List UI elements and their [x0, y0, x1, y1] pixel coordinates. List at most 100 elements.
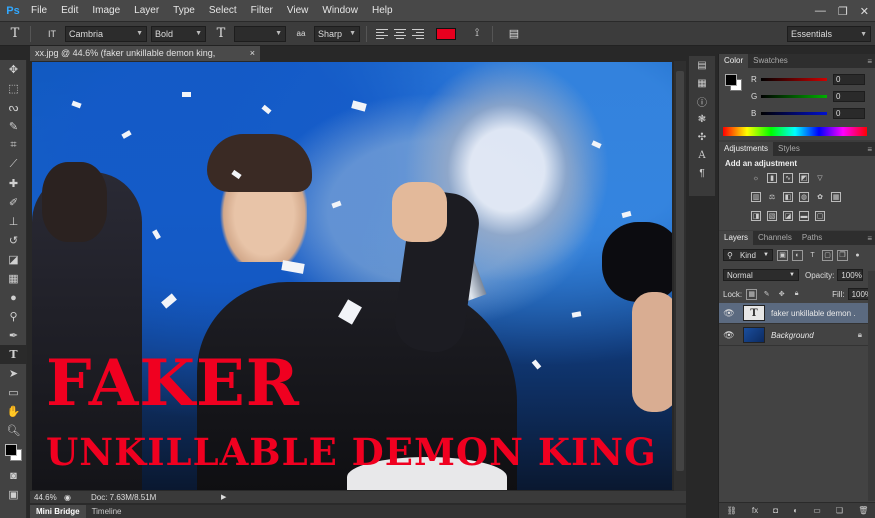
- color-lookup-icon[interactable]: ▦: [831, 192, 841, 202]
- exposure-icon[interactable]: ◩: [799, 173, 809, 183]
- vertical-scrollbar[interactable]: [674, 61, 686, 491]
- clone-stamp-tool-icon[interactable]: ⊥: [0, 212, 27, 231]
- quick-select-tool-icon[interactable]: ✎: [0, 117, 27, 136]
- font-size-select[interactable]: ▼: [234, 25, 286, 42]
- document-tab[interactable]: xx.jpg @ 44.6% (faker unkillable demon k…: [30, 46, 260, 73]
- character-panel-icon[interactable]: ▤: [505, 25, 523, 43]
- font-style-select[interactable]: Bold ▼: [151, 25, 206, 42]
- type-tool-preset-icon[interactable]: T: [6, 25, 24, 43]
- tab-channels[interactable]: Channels: [753, 231, 797, 245]
- tab-color[interactable]: Color: [719, 54, 749, 68]
- layer-name[interactable]: faker unkillable demon ...: [771, 309, 855, 318]
- pen-tool-icon[interactable]: ✒: [0, 326, 27, 345]
- lock-all-icon[interactable]: 🔒︎: [791, 289, 802, 300]
- menu-layer[interactable]: Layer: [127, 0, 166, 22]
- image-canvas[interactable]: FAKER UNKILLABLE DEMON KING: [32, 62, 672, 490]
- brush-tool-icon[interactable]: ✐: [0, 193, 27, 212]
- minimize-icon[interactable]: —: [815, 5, 826, 17]
- eyedropper-tool-icon[interactable]: ⟋: [0, 155, 27, 174]
- layer-row-text[interactable]: 👁︎ T faker unkillable demon ...: [719, 303, 868, 324]
- restore-icon[interactable]: ❐: [838, 5, 848, 18]
- warp-text-icon[interactable]: ⟟: [468, 25, 486, 43]
- blend-mode-select[interactable]: Normal ▼: [723, 269, 799, 281]
- align-left-icon[interactable]: [376, 27, 390, 41]
- add-mask-icon[interactable]: ◘: [773, 506, 778, 515]
- brightness-icon[interactable]: ☼: [751, 173, 761, 183]
- blur-tool-icon[interactable]: ●: [0, 288, 27, 307]
- gradient-map-icon[interactable]: ▬: [799, 211, 809, 221]
- brush-presets-icon[interactable]: ❃: [689, 110, 715, 128]
- green-value-input[interactable]: 0: [833, 90, 865, 102]
- align-center-icon[interactable]: [393, 27, 407, 41]
- hue-saturation-icon[interactable]: ▥: [751, 192, 761, 202]
- lock-image-icon[interactable]: ✎: [761, 289, 772, 300]
- threshold-icon[interactable]: ◪: [783, 211, 793, 221]
- tab-timeline[interactable]: Timeline: [86, 505, 128, 518]
- workspace-select[interactable]: Essentials ▼: [787, 26, 871, 42]
- path-select-tool-icon[interactable]: ➤: [0, 364, 27, 383]
- channel-mixer-icon[interactable]: ✿: [815, 192, 825, 202]
- red-value-input[interactable]: 0: [833, 73, 865, 85]
- new-group-icon[interactable]: ▭: [813, 506, 821, 515]
- tab-styles[interactable]: Styles: [773, 142, 805, 156]
- menu-view[interactable]: View: [280, 0, 316, 22]
- black-white-icon[interactable]: ◧: [783, 192, 793, 202]
- text-color-swatch[interactable]: [436, 27, 456, 40]
- color-spectrum[interactable]: [723, 127, 867, 136]
- tab-layers[interactable]: Layers: [719, 231, 754, 245]
- foreground-color-swatch[interactable]: [725, 74, 737, 86]
- menu-window[interactable]: Window: [315, 0, 365, 22]
- status-menu-arrow-icon[interactable]: ▶: [221, 493, 226, 501]
- photo-filter-icon[interactable]: ◍: [799, 192, 809, 202]
- filter-pixel-icon[interactable]: ▣: [777, 249, 788, 261]
- layer-kind-filter[interactable]: ⚲ Kind ▼: [723, 249, 773, 261]
- new-layer-icon[interactable]: ❏: [836, 506, 843, 515]
- vibrance-icon[interactable]: ▽: [815, 173, 825, 183]
- opacity-input[interactable]: 100%: [837, 269, 864, 281]
- curves-icon[interactable]: ∿: [783, 173, 793, 183]
- screen-mode-icon[interactable]: ▣: [0, 485, 27, 504]
- font-family-select[interactable]: Cambria ▼: [65, 25, 147, 42]
- layer-name[interactable]: Background: [771, 331, 841, 340]
- eye-icon[interactable]: 👁︎: [723, 330, 735, 341]
- crop-tool-icon[interactable]: ⌗: [0, 136, 27, 155]
- blue-value-input[interactable]: 0: [833, 107, 865, 119]
- healing-brush-tool-icon[interactable]: ✚: [0, 174, 27, 193]
- tab-swatches[interactable]: Swatches: [748, 54, 793, 68]
- tab-adjustments[interactable]: Adjustments: [719, 142, 774, 156]
- menu-type[interactable]: Type: [166, 0, 202, 22]
- link-layers-icon[interactable]: ⛓: [727, 506, 737, 515]
- foreground-color-swatch[interactable]: [5, 444, 17, 456]
- quick-mask-icon[interactable]: ◙: [0, 466, 27, 485]
- lock-transparent-icon[interactable]: ▦: [746, 288, 758, 300]
- menu-file[interactable]: File: [24, 0, 54, 22]
- canvas-text-line1[interactable]: FAKER: [46, 352, 300, 416]
- character-icon[interactable]: A: [689, 146, 715, 164]
- menu-edit[interactable]: Edit: [54, 0, 85, 22]
- panel-menu-icon[interactable]: ≡: [867, 57, 872, 66]
- red-slider[interactable]: [761, 77, 827, 81]
- menu-filter[interactable]: Filter: [244, 0, 280, 22]
- dodge-tool-icon[interactable]: ⚲: [0, 307, 27, 326]
- menu-select[interactable]: Select: [202, 0, 244, 22]
- gradient-tool-icon[interactable]: ▦: [0, 269, 27, 288]
- marquee-tool-icon[interactable]: ⬚: [0, 79, 27, 98]
- status-options-icon[interactable]: ◉: [64, 493, 71, 502]
- blue-slider[interactable]: [761, 111, 827, 115]
- layer-style-icon[interactable]: fx: [752, 506, 758, 515]
- menu-image[interactable]: Image: [85, 0, 127, 22]
- clone-source-icon[interactable]: ✣: [689, 128, 715, 146]
- levels-icon[interactable]: ▮: [767, 173, 777, 183]
- layer-row-background[interactable]: 👁︎ Background 🔒︎: [719, 325, 868, 346]
- filter-shape-icon[interactable]: ▢: [822, 249, 833, 261]
- invert-icon[interactable]: ◨: [751, 211, 761, 221]
- paragraph-icon[interactable]: ¶: [689, 164, 715, 182]
- green-slider[interactable]: [761, 94, 827, 98]
- panel-menu-icon[interactable]: ≡: [867, 145, 872, 154]
- tab-mini-bridge[interactable]: Mini Bridge: [30, 505, 86, 518]
- color-picker[interactable]: [0, 440, 27, 466]
- filter-adjustment-icon[interactable]: ◐: [792, 249, 803, 261]
- lock-position-icon[interactable]: ✥: [776, 289, 787, 300]
- filter-toggle-icon[interactable]: ●: [852, 250, 863, 261]
- eraser-tool-icon[interactable]: ◪: [0, 250, 27, 269]
